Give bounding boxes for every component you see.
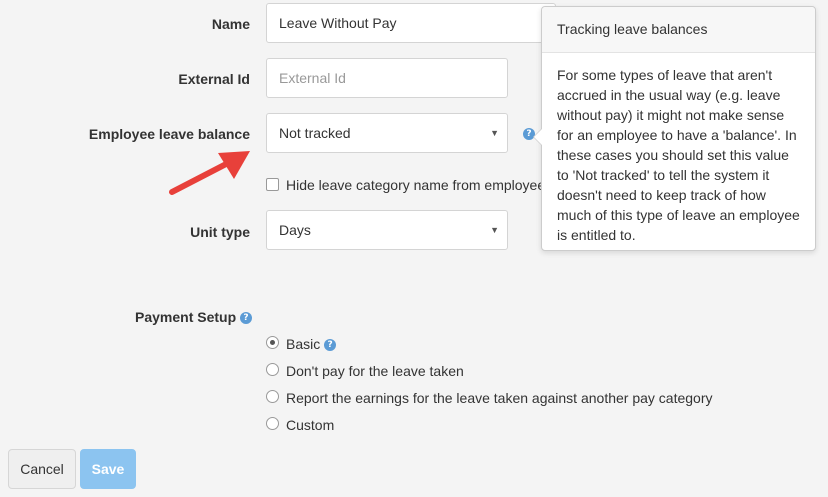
help-icon[interactable]: ?: [240, 312, 253, 325]
annotation-arrow-icon: [169, 151, 250, 195]
payment-option-basic-label: Basic: [286, 336, 321, 352]
cancel-button[interactable]: Cancel: [8, 449, 76, 489]
payment-option-dont-pay-radio[interactable]: [266, 363, 279, 376]
payment-option-report-earnings-label: Report the earnings for the leave taken …: [286, 390, 713, 406]
payment-setup-label: Payment Setup ?: [135, 309, 253, 325]
leave-balance-label: Employee leave balance: [88, 126, 250, 142]
tooltip-title: Tracking leave balances: [542, 7, 815, 53]
unit-type-value: Days: [279, 222, 311, 238]
hide-category-label: Hide leave category name from employee: [286, 177, 546, 193]
payment-option-basic-radio[interactable]: [266, 336, 279, 349]
leave-balance-select[interactable]: Not tracked ▼: [266, 113, 508, 153]
tooltip-caret: [533, 128, 542, 146]
payment-option-basic: Basic ?: [286, 336, 337, 352]
chevron-down-icon: ▼: [490, 225, 499, 235]
unit-type-select[interactable]: Days ▼: [266, 210, 508, 250]
chevron-down-icon: ▼: [490, 128, 499, 138]
hide-category-checkbox[interactable]: [266, 178, 279, 191]
external-id-label: External Id: [178, 71, 250, 87]
tooltip-popover: Tracking leave balances For some types o…: [533, 6, 816, 251]
save-button[interactable]: Save: [80, 449, 136, 489]
tooltip-body: For some types of leave that aren't accr…: [557, 67, 800, 243]
payment-option-report-earnings-radio[interactable]: [266, 390, 279, 403]
help-icon[interactable]: ?: [324, 339, 337, 352]
payment-option-custom-label: Custom: [286, 417, 335, 433]
name-input[interactable]: Leave Without Pay: [266, 3, 556, 43]
payment-setup-text: Payment Setup: [135, 309, 237, 325]
payment-option-custom-radio[interactable]: [266, 417, 279, 430]
external-id-input[interactable]: External Id: [266, 58, 508, 98]
name-label: Name: [211, 16, 250, 32]
unit-type-label: Unit type: [190, 224, 250, 240]
payment-option-dont-pay-label: Don't pay for the leave taken: [286, 363, 464, 379]
leave-balance-value: Not tracked: [279, 125, 351, 141]
